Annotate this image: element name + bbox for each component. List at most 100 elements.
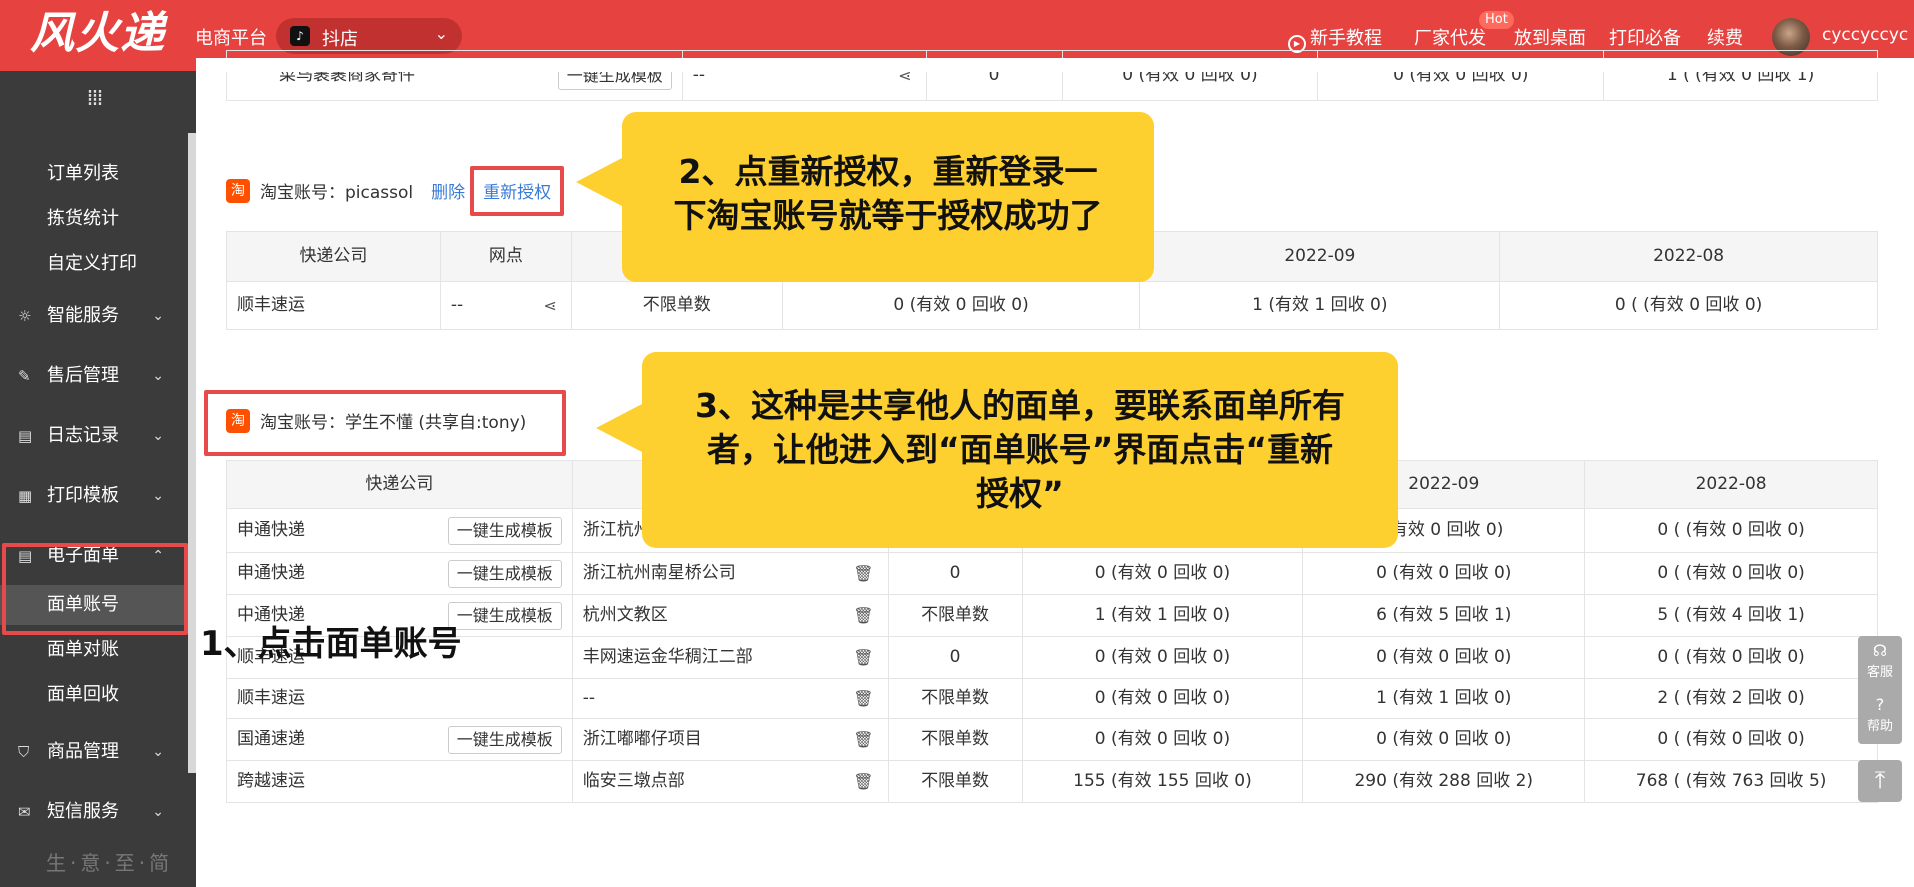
sidebar-slogan: 生·意·至·简 (46, 851, 174, 875)
table-cell: 0 (有效 0 回收 0) (1303, 637, 1586, 679)
sidebar-group-print-templates[interactable]: ▦ 打印模板 ⌄ (0, 476, 186, 516)
trash-icon[interactable]: 🗑 (853, 690, 873, 707)
column-header: 快递公司 (227, 232, 441, 282)
table-cell: 临安三墩点部 🗑 (572, 761, 889, 803)
highlight-box-waybill (2, 543, 188, 635)
generate-template-button[interactable]: 一键生成模板 (447, 516, 562, 545)
sidebar-item-custom-print[interactable]: 自定义打印 (0, 244, 186, 284)
chevron-down-icon: ⌄ (152, 744, 164, 760)
taobao-icon: 淘 (226, 178, 250, 203)
print-essentials-link[interactable]: 打印必备 (1609, 24, 1681, 50)
table-cell: 0 ( (有效 0 回收 0) (1585, 553, 1879, 595)
table-cell: 0 ( (有效 0 回收 0) (1585, 509, 1879, 553)
account2-table-body: 申通快递一键生成模板浙江杭州🗑(有效 0 回收 0)0 ( (有效 0 回收 0… (227, 509, 1879, 803)
chevron-down-icon: ⌄ (152, 368, 164, 384)
question-icon: ? (1875, 695, 1885, 714)
table-cell: 290 (有效 288 回收 2) (1303, 761, 1586, 803)
shop-select[interactable]: ♪ 抖店 ⌄ (276, 18, 462, 54)
brand-logo[interactable]: 风火递 (30, 6, 165, 62)
column-header: 2022-08 (1585, 461, 1879, 509)
sidebar-item-waybill-recycle[interactable]: 面单回收 (0, 675, 186, 715)
table-cell: -- 🗑 (572, 679, 889, 719)
table-cell: 不限单数 (888, 679, 1023, 719)
hot-badge: Hot (1479, 11, 1514, 29)
apps-grid-icon[interactable]: ⁞⁞⁞ (80, 85, 108, 113)
help-button[interactable]: ? 帮助 (1858, 690, 1902, 744)
template-icon: ▦ (18, 487, 33, 505)
table-row: 顺丰速运 -- ⋖ 不限单数 0 (有效 0 回收 0) 1 (有效 1 回收 0… (227, 282, 1878, 330)
table-cell: 浙江嘟嘟仔项目 🗑 (572, 719, 889, 761)
sidebar-item-picking-stats[interactable]: 拣货统计 (0, 199, 186, 239)
scroll-mask (196, 58, 1914, 72)
column-header: 网点 (440, 232, 572, 282)
delete-link[interactable]: 删除 (431, 178, 465, 203)
back-to-top-button[interactable]: ⤒ (1858, 760, 1902, 802)
column-header: 快递公司 (227, 461, 573, 509)
sidebar-group-sms[interactable]: ✉ 短信服务 ⌄ (0, 792, 186, 832)
dropship-link[interactable]: 厂家代发 (1414, 24, 1486, 50)
generate-template-button[interactable]: 一键生成模板 (447, 725, 562, 754)
desktop-link[interactable]: 放到桌面 (1514, 24, 1586, 50)
trash-icon[interactable]: 🗑 (853, 773, 873, 790)
table-cell: 申通快递 一键生成模板 (227, 509, 573, 553)
table-cell: 顺丰速运 (227, 282, 441, 330)
chevron-down-icon: ⌄ (152, 308, 164, 324)
table-cell: 跨越速运 (227, 761, 573, 803)
table-cell: 0 (有效 0 回收 0) (1022, 719, 1304, 761)
table-cell: -- ⋖ (440, 282, 572, 330)
callout-step3: 3、这种是共享他人的面单，要联系面单所有 者，让他进入到“面单账号”界面点击“重… (596, 352, 1398, 548)
table-cell: 杭州文教区 🗑 (572, 595, 889, 637)
highlight-box-reauth (470, 166, 564, 216)
sidebar-item-order-list[interactable]: 订单列表 (0, 154, 186, 194)
trash-icon[interactable]: 🗑 (853, 607, 873, 624)
customer-service-button[interactable]: ☊ 客服 (1858, 636, 1902, 690)
share-icon[interactable]: ⋖ (543, 297, 556, 314)
table-cell: 2 ( (有效 2 回收 0) (1585, 679, 1879, 719)
chevron-down-icon: ⌄ (152, 804, 164, 820)
table-cell: 0 (有效 0 回收 0) (1303, 553, 1586, 595)
sidebar-scrollbar[interactable] (188, 133, 196, 773)
wrench-icon: ✎ (18, 367, 31, 385)
table-cell: 155 (有效 155 回收 0) (1022, 761, 1304, 803)
table-cell: 1 (有效 1 回收 0) (1303, 679, 1586, 719)
table-cell: 0 (有效 0 回收 0) (1022, 637, 1304, 679)
table-cell: 国通速递 一键生成模板 (227, 719, 573, 761)
sidebar-group-logs[interactable]: ▤ 日志记录 ⌄ (0, 416, 186, 456)
annotation-step1: 1、点击面单账号 (200, 624, 462, 664)
column-header: 2022-08 (1500, 232, 1878, 282)
floating-help-panel: ☊ 客服 ? 帮助 (1858, 636, 1902, 744)
sidebar-group-smart-service[interactable]: ☼ 智能服务 ⌄ (0, 296, 186, 336)
column-header: 2022-09 (1140, 232, 1501, 282)
sidebar-group-products[interactable]: ⛉ 商品管理 ⌄ (0, 732, 186, 772)
table-cell: 6 (有效 5 回收 1) (1303, 595, 1586, 637)
table-cell: 丰网速运金华稠江二部 🗑 (572, 637, 889, 679)
table-cell: 0 (有效 0 回收 0) (782, 282, 1141, 330)
username[interactable]: cyccyccyc (1822, 25, 1908, 45)
table-cell: 0 (有效 0 回收 0) (1022, 553, 1304, 595)
table-row: 中通快递 一键生成模板 杭州文教区 🗑 不限单数 1 (有效 1 回收 0) 6 (有效 5… (227, 595, 1879, 637)
sidebar-group-after-sales[interactable]: ✎ 售后管理 ⌄ (0, 356, 186, 396)
table-cell: 0 (有效 0 回收 0) (1022, 679, 1304, 719)
trash-icon[interactable]: 🗑 (853, 731, 873, 748)
trash-icon[interactable]: 🗑 (853, 565, 873, 582)
table-row: 国通速递 一键生成模板 浙江嘟嘟仔项目 🗑 不限单数 0 (有效 0 回收 0) 0 (有效… (227, 719, 1879, 761)
table-row: 顺丰速运 丰网速运金华稠江二部 🗑 0 0 (有效 0 回收 0) 0 (有效 0 回收 … (227, 637, 1879, 679)
platform-label: 电商平台 (195, 28, 267, 49)
chevron-down-icon: ⌄ (152, 428, 164, 444)
log-icon: ▤ (18, 427, 33, 445)
sidebar-item-waybill-reconcile[interactable]: 面单对账 (0, 630, 186, 670)
table-cell: 不限单数 (888, 719, 1023, 761)
table-cell: 1 (有效 1 回收 0) (1140, 282, 1501, 330)
generate-template-button[interactable]: 一键生成模板 (447, 601, 562, 630)
shop-name: 抖店 (322, 29, 358, 50)
tiktok-icon: ♪ (290, 26, 310, 46)
headset-icon: ☊ (1872, 641, 1888, 660)
highlight-box-shared-account (204, 390, 566, 456)
table-cell: 0 ( (有效 0 回收 0) (1585, 637, 1879, 679)
tutorial-link[interactable]: ▶ 新手教程 (1288, 24, 1382, 53)
table-cell: 浙江杭州南星桥公司 🗑 (572, 553, 889, 595)
trash-icon[interactable]: 🗑 (853, 649, 873, 666)
generate-template-button[interactable]: 一键生成模板 (447, 559, 562, 588)
renew-link[interactable]: 续费 (1707, 24, 1743, 50)
table-cell: 0 (有效 0 回收 0) (1303, 719, 1586, 761)
